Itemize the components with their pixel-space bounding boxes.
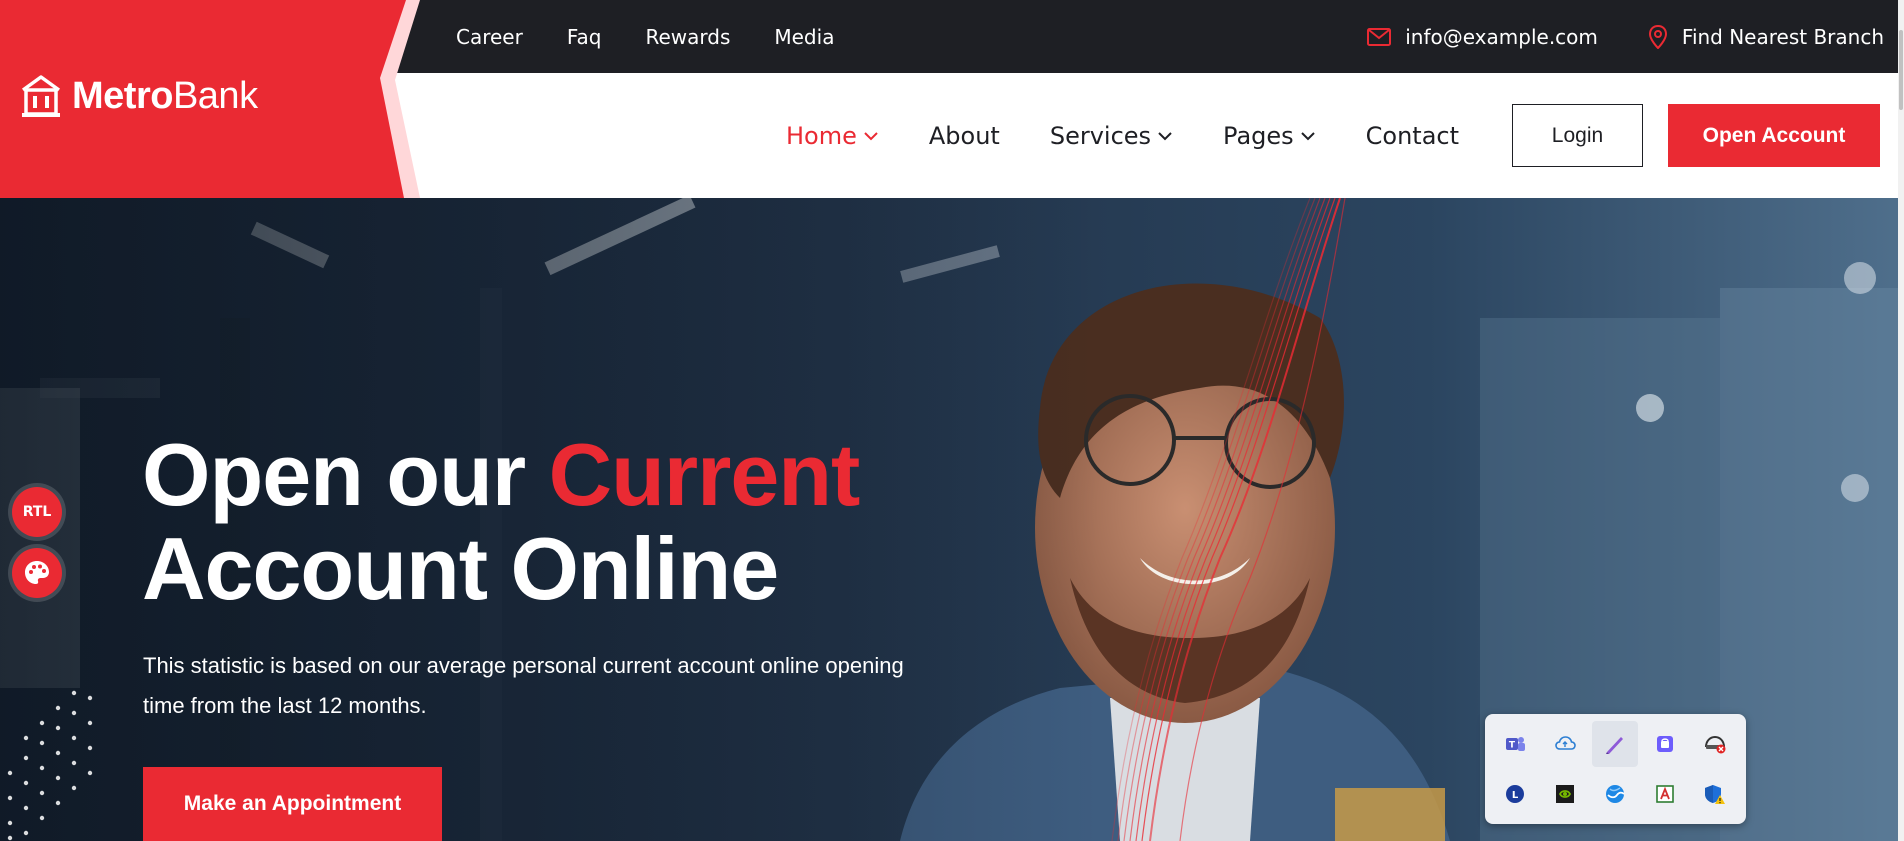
branch-link[interactable]: Find Nearest Branch — [1648, 24, 1884, 49]
logo[interactable]: MetroBank — [20, 74, 258, 118]
open-account-button[interactable]: Open Account — [1668, 104, 1880, 167]
top-link-media[interactable]: Media — [774, 25, 834, 49]
location-pin-icon — [1648, 24, 1667, 49]
nav-pages-label: Pages — [1223, 121, 1294, 150]
email-link[interactable]: info@example.com — [1367, 25, 1598, 49]
palette-icon — [25, 561, 49, 584]
top-links: Career Faq Rewards Media — [456, 0, 834, 73]
logo-text-light: Bank — [172, 74, 258, 117]
hero-description: This statistic is based on our average p… — [143, 653, 904, 718]
nav-pages[interactable]: Pages — [1223, 122, 1316, 150]
cloud-icon[interactable] — [1542, 721, 1588, 767]
security-warning-icon[interactable] — [1692, 771, 1738, 817]
hero-title: Open our Current Account Online — [142, 425, 861, 618]
hero-title-accent: Current — [548, 425, 861, 524]
hero-title-part1: Open our — [142, 425, 549, 524]
bank-icon — [21, 75, 61, 117]
store-icon[interactable] — [1642, 721, 1688, 767]
nav-about-label: About — [928, 121, 1000, 150]
logo-text-bold: Metro — [72, 74, 173, 117]
nav-contact-label: Contact — [1365, 121, 1460, 150]
nav-about[interactable]: About — [929, 122, 1000, 150]
hero-title-line2: Account Online — [142, 519, 779, 618]
pdf-icon[interactable] — [1642, 771, 1688, 817]
system-tray-overflow: T L — [1485, 714, 1746, 824]
main-nav: Home About Services Pages Contact — [786, 73, 1459, 198]
mail-icon — [1367, 27, 1392, 46]
nav-services-label: Services — [1049, 121, 1152, 150]
svg-text:T: T — [1509, 741, 1516, 751]
rtl-toggle-button[interactable]: RTL — [12, 487, 62, 537]
svg-text:L: L — [1512, 790, 1519, 801]
pen-icon[interactable] — [1592, 721, 1638, 767]
nav-contact[interactable]: Contact — [1366, 122, 1459, 150]
nav-services[interactable]: Services — [1050, 122, 1173, 150]
logo-text: MetroBank — [72, 75, 258, 118]
top-link-career[interactable]: Career — [456, 25, 523, 49]
branch-text: Find Nearest Branch — [1681, 24, 1884, 49]
email-text: info@example.com — [1405, 24, 1598, 49]
chevron-down-icon — [864, 131, 878, 140]
page: Career Faq Rewards Media info@example.co… — [0, 0, 1904, 841]
browser-icon[interactable] — [1592, 771, 1638, 817]
top-contact: info@example.com Find Nearest Branch — [1367, 0, 1884, 73]
page-scrollbar-thumb[interactable] — [1899, 30, 1903, 110]
top-link-faq[interactable]: Faq — [567, 25, 602, 49]
teams-icon[interactable]: T — [1492, 721, 1538, 767]
login-button[interactable]: Login — [1512, 104, 1643, 167]
vpn-error-icon[interactable] — [1692, 721, 1738, 767]
color-palette-button[interactable] — [12, 548, 62, 598]
nav-home-label: Home — [786, 121, 857, 150]
make-appointment-button[interactable]: Make an Appointment — [143, 767, 442, 841]
nvidia-icon[interactable] — [1542, 771, 1588, 817]
page-scrollbar[interactable] — [1898, 0, 1904, 841]
clock-app-icon[interactable]: L — [1492, 771, 1538, 817]
logo-panel: MetroBank — [0, 0, 420, 198]
chevron-down-icon — [1158, 131, 1172, 140]
chevron-down-icon — [1300, 131, 1315, 140]
top-link-rewards[interactable]: Rewards — [645, 25, 730, 49]
nav-home[interactable]: Home — [786, 122, 879, 150]
